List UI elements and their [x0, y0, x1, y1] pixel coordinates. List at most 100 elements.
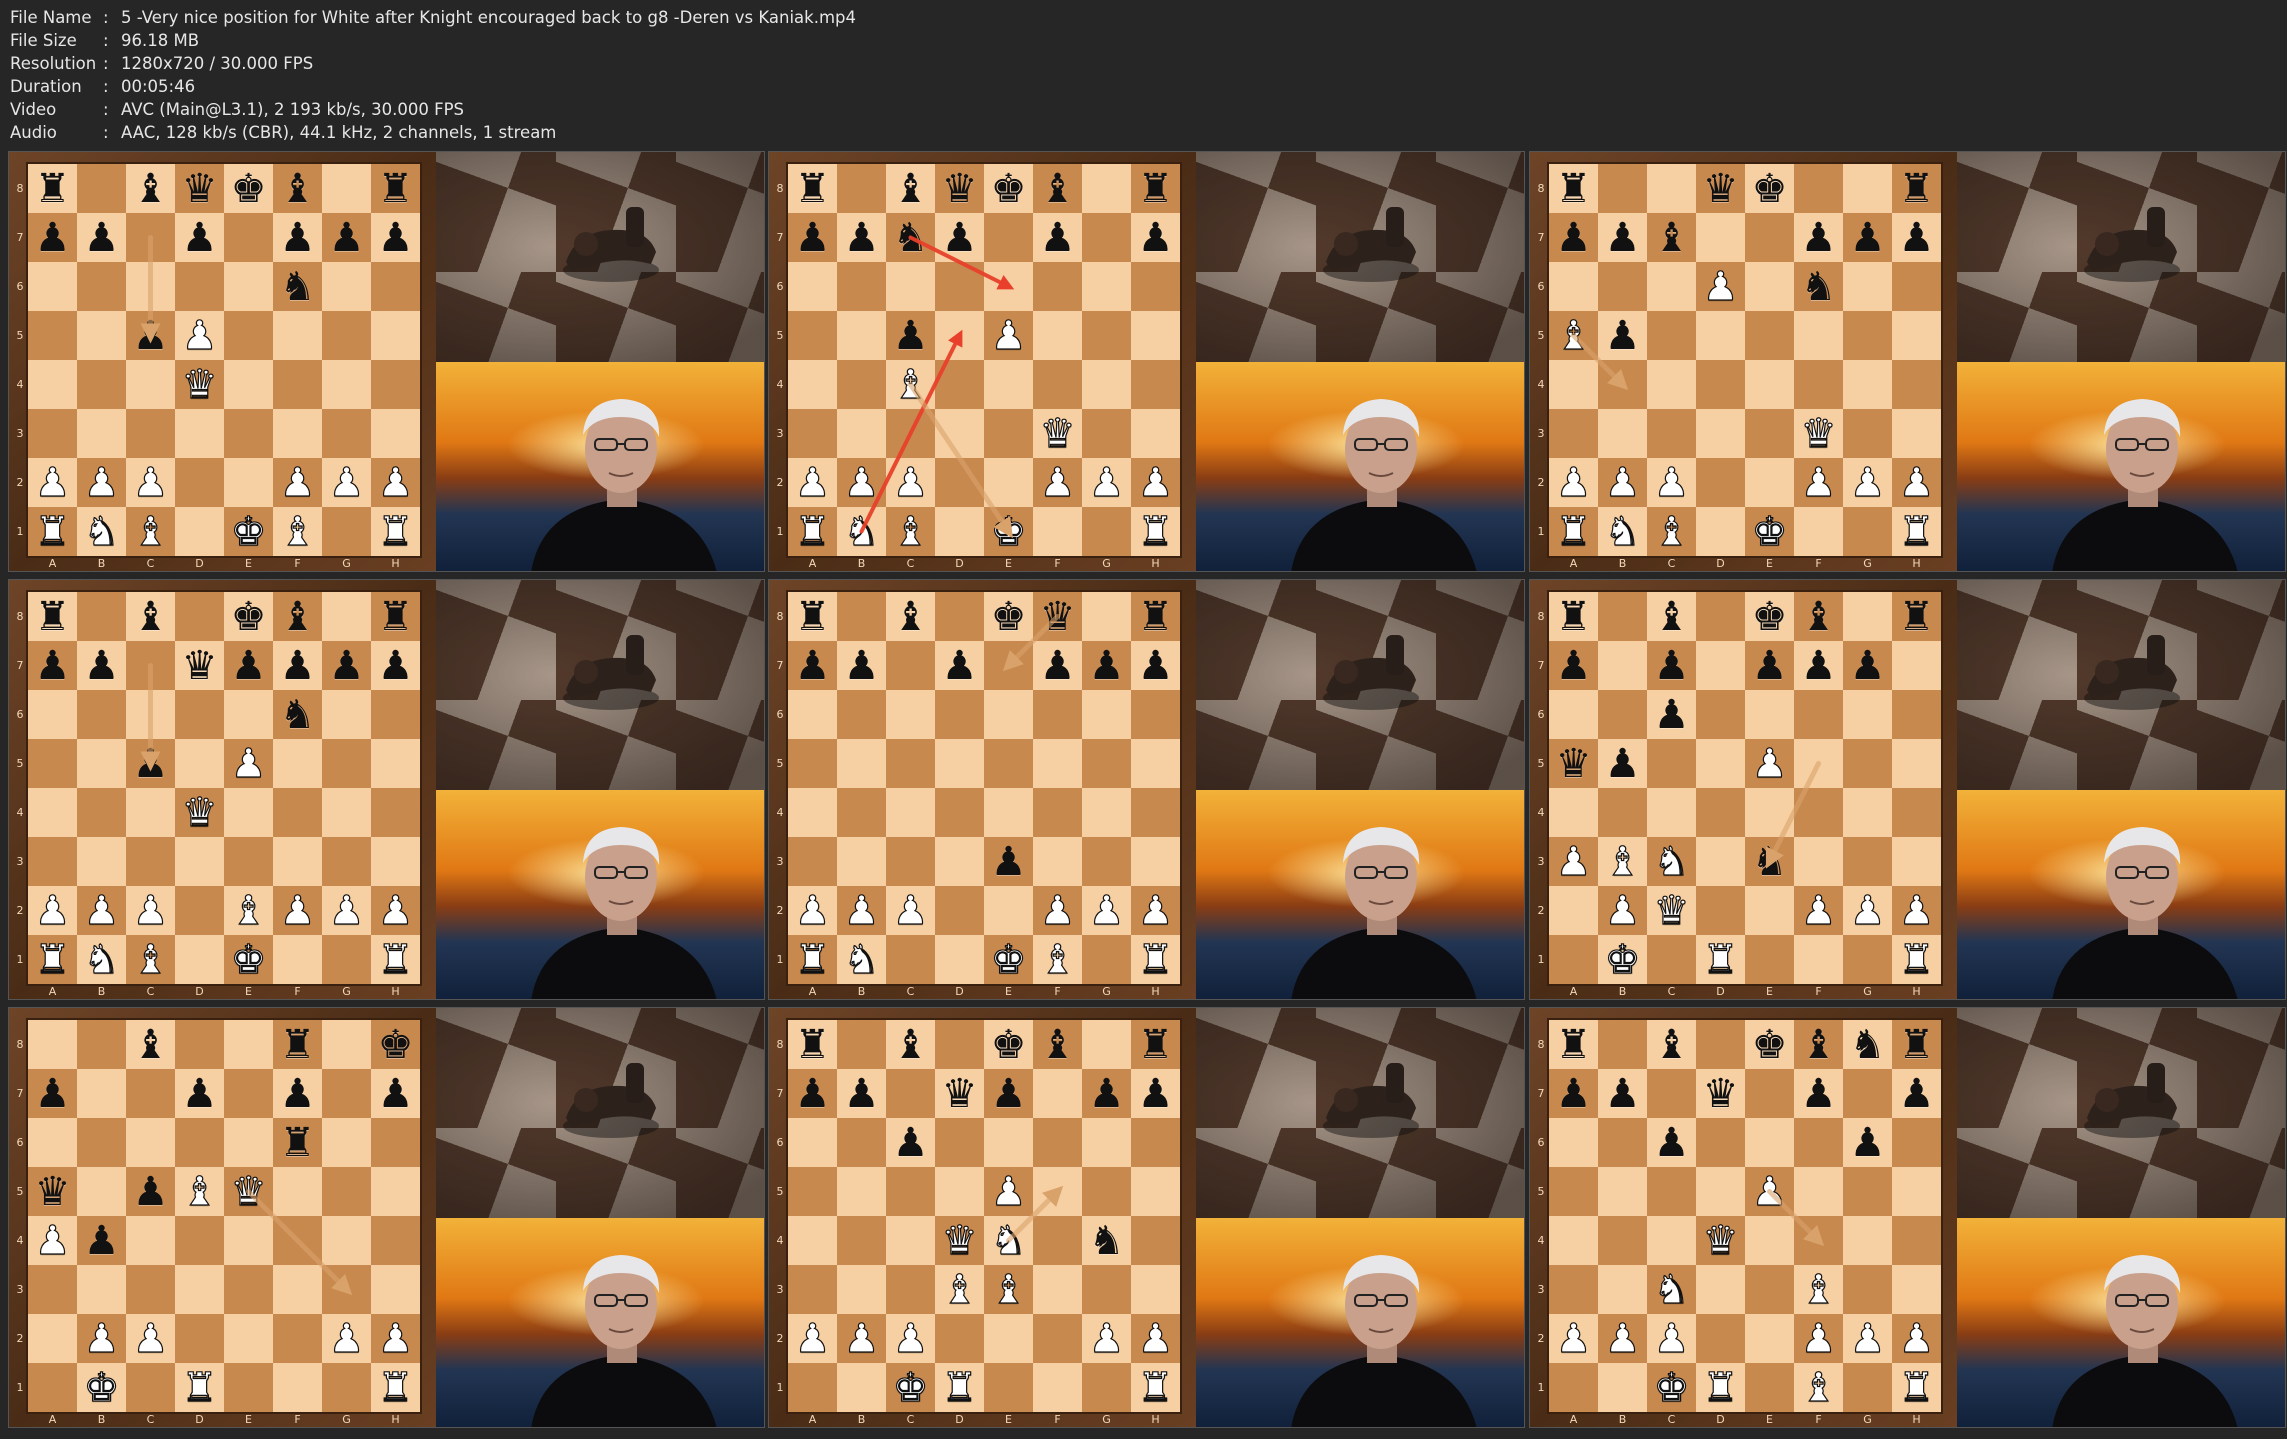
board-square: ♞ — [984, 1216, 1033, 1265]
board-square: ♞ — [837, 507, 886, 556]
black-bishop-icon: ♝ — [1039, 1021, 1076, 1068]
white-pawn-icon: ♟ — [1604, 887, 1641, 934]
board-square — [1598, 1363, 1647, 1412]
rank-label: 3 — [16, 427, 24, 440]
white-rook-icon: ♜ — [1898, 1364, 1935, 1411]
board-square — [886, 641, 935, 690]
board-square — [1131, 262, 1180, 311]
rank-label: 2 — [16, 1332, 24, 1345]
rank-label: 2 — [776, 904, 784, 917]
board-square: ♝ — [1794, 1020, 1843, 1069]
webcam-feed — [436, 790, 764, 999]
board-square: ♝ — [126, 935, 175, 984]
board-square — [371, 690, 420, 739]
board-square: ♚ — [1745, 1020, 1794, 1069]
board-square — [273, 739, 322, 788]
black-pawn-icon: ♟ — [1039, 214, 1076, 261]
white-king-icon: ♚ — [1604, 936, 1641, 983]
board-square — [77, 1020, 126, 1069]
board-square — [1843, 788, 1892, 837]
white-queen-icon: ♛ — [1039, 410, 1076, 457]
fallen-king-icon — [2084, 207, 2180, 282]
file-labels: A B C D E F G H — [788, 1413, 1180, 1427]
fallen-king-icon — [563, 207, 659, 282]
white-bishop-icon: ♝ — [990, 1266, 1027, 1313]
rank-label: 8 — [1537, 1038, 1545, 1051]
board-square — [1745, 690, 1794, 739]
board-square: ♞ — [77, 507, 126, 556]
file-label: H — [1151, 557, 1160, 570]
board-square — [837, 409, 886, 458]
black-king-icon: ♚ — [990, 1021, 1027, 1068]
board-square — [273, 409, 322, 458]
board-square: ♟ — [837, 1069, 886, 1118]
black-pawn-icon: ♟ — [843, 1070, 880, 1117]
rank-label: 4 — [1537, 378, 1545, 391]
black-pawn-icon: ♟ — [1898, 214, 1935, 261]
board-square — [273, 935, 322, 984]
board-square: ♟ — [77, 641, 126, 690]
board-square — [886, 1216, 935, 1265]
board-square: ♟ — [984, 311, 1033, 360]
black-knight-icon: ♞ — [1800, 263, 1837, 310]
chessboard-panel: 8 7 6 5 4 3 2 1 ♜ ♝ ♚ ♝ ♞ ♜ ♟ ♟ ♛ ♟ ♟ ♟ ♟ ♟ ♛ ♞ ♝ ♟ ♟ ♟ ♟ ♟ ♟ ♚ ♜ ♝ ♜ A B C D E… — [1530, 1008, 1957, 1427]
board-square — [1033, 837, 1082, 886]
board-square — [935, 739, 984, 788]
white-pawn-icon: ♟ — [1137, 459, 1174, 506]
file-label: D — [955, 1413, 964, 1426]
board-square: ♟ — [1549, 1314, 1598, 1363]
board-square — [126, 1216, 175, 1265]
board-square — [1843, 262, 1892, 311]
black-king-icon: ♚ — [1751, 165, 1788, 212]
video-thumbnail: 8 7 6 5 4 3 2 1 ♜ ♝ ♚ ♝ ♜ ♟ ♟ ♟ ♟ ♟ ♟ ♛ ♟ ♟ ♟ ♝ ♞ ♞ ♟ ♛ ♟ ♟ ♟ ♚ ♜ ♜ A B C D E F… — [1529, 579, 2286, 1000]
board-square — [837, 690, 886, 739]
board-square: ♞ — [1647, 837, 1696, 886]
decorative-chess-image — [1196, 1008, 1524, 1218]
board-square: ♜ — [371, 507, 420, 556]
board-square: ♝ — [935, 1265, 984, 1314]
board-square — [1082, 837, 1131, 886]
board-square — [1549, 1265, 1598, 1314]
white-pawn-icon: ♟ — [34, 887, 71, 934]
black-knight-icon: ♞ — [892, 214, 929, 261]
board-square: ♜ — [1549, 592, 1598, 641]
black-pawn-icon: ♟ — [181, 214, 218, 261]
black-pawn-icon: ♟ — [132, 312, 169, 359]
chessboard: ♜ ♛ ♚ ♜ ♟ ♟ ♝ ♟ ♟ ♟ ♟ ♞ ♝ ♟ ♛ ♟ ♟ ♟ ♟ ♟ ♟ ♜ ♞ ♝ ♚ ♜ — [1549, 164, 1941, 556]
board-square: ♟ — [886, 886, 935, 935]
board-square: ♟ — [1794, 213, 1843, 262]
file-label: D — [955, 557, 964, 570]
white-rook-icon: ♜ — [34, 936, 71, 983]
board-square — [1794, 739, 1843, 788]
board-square — [322, 262, 371, 311]
board-square — [1696, 1314, 1745, 1363]
board-square: ♟ — [77, 1216, 126, 1265]
board-square — [1794, 360, 1843, 409]
decorative-chess-image — [1957, 580, 2285, 790]
white-pawn-icon: ♟ — [1751, 740, 1788, 787]
black-king-icon: ♚ — [377, 1021, 414, 1068]
white-queen-icon: ♛ — [230, 1168, 267, 1215]
board-square: ♟ — [1131, 641, 1180, 690]
board-square — [28, 262, 77, 311]
file-labels: A B C D E F G H — [1549, 557, 1941, 571]
rank-label: 4 — [1537, 1234, 1545, 1247]
file-label: C — [1667, 557, 1676, 570]
white-knight-icon: ♞ — [843, 508, 880, 555]
board-square — [175, 690, 224, 739]
rank-label: 3 — [1537, 1283, 1545, 1296]
white-bishop-icon: ♝ — [892, 508, 929, 555]
board-square: ♝ — [1647, 592, 1696, 641]
board-square — [273, 1314, 322, 1363]
board-square: ♜ — [371, 1363, 420, 1412]
board-square: ♚ — [984, 507, 1033, 556]
board-square — [1647, 739, 1696, 788]
presenter-icon — [531, 827, 717, 999]
board-square — [1082, 1020, 1131, 1069]
board-square: ♛ — [224, 1167, 273, 1216]
black-pawn-icon: ♟ — [1604, 1070, 1641, 1117]
board-square — [1843, 935, 1892, 984]
board-square: ♟ — [1843, 1314, 1892, 1363]
white-pawn-icon: ♟ — [892, 459, 929, 506]
rank-label: 6 — [776, 708, 784, 721]
